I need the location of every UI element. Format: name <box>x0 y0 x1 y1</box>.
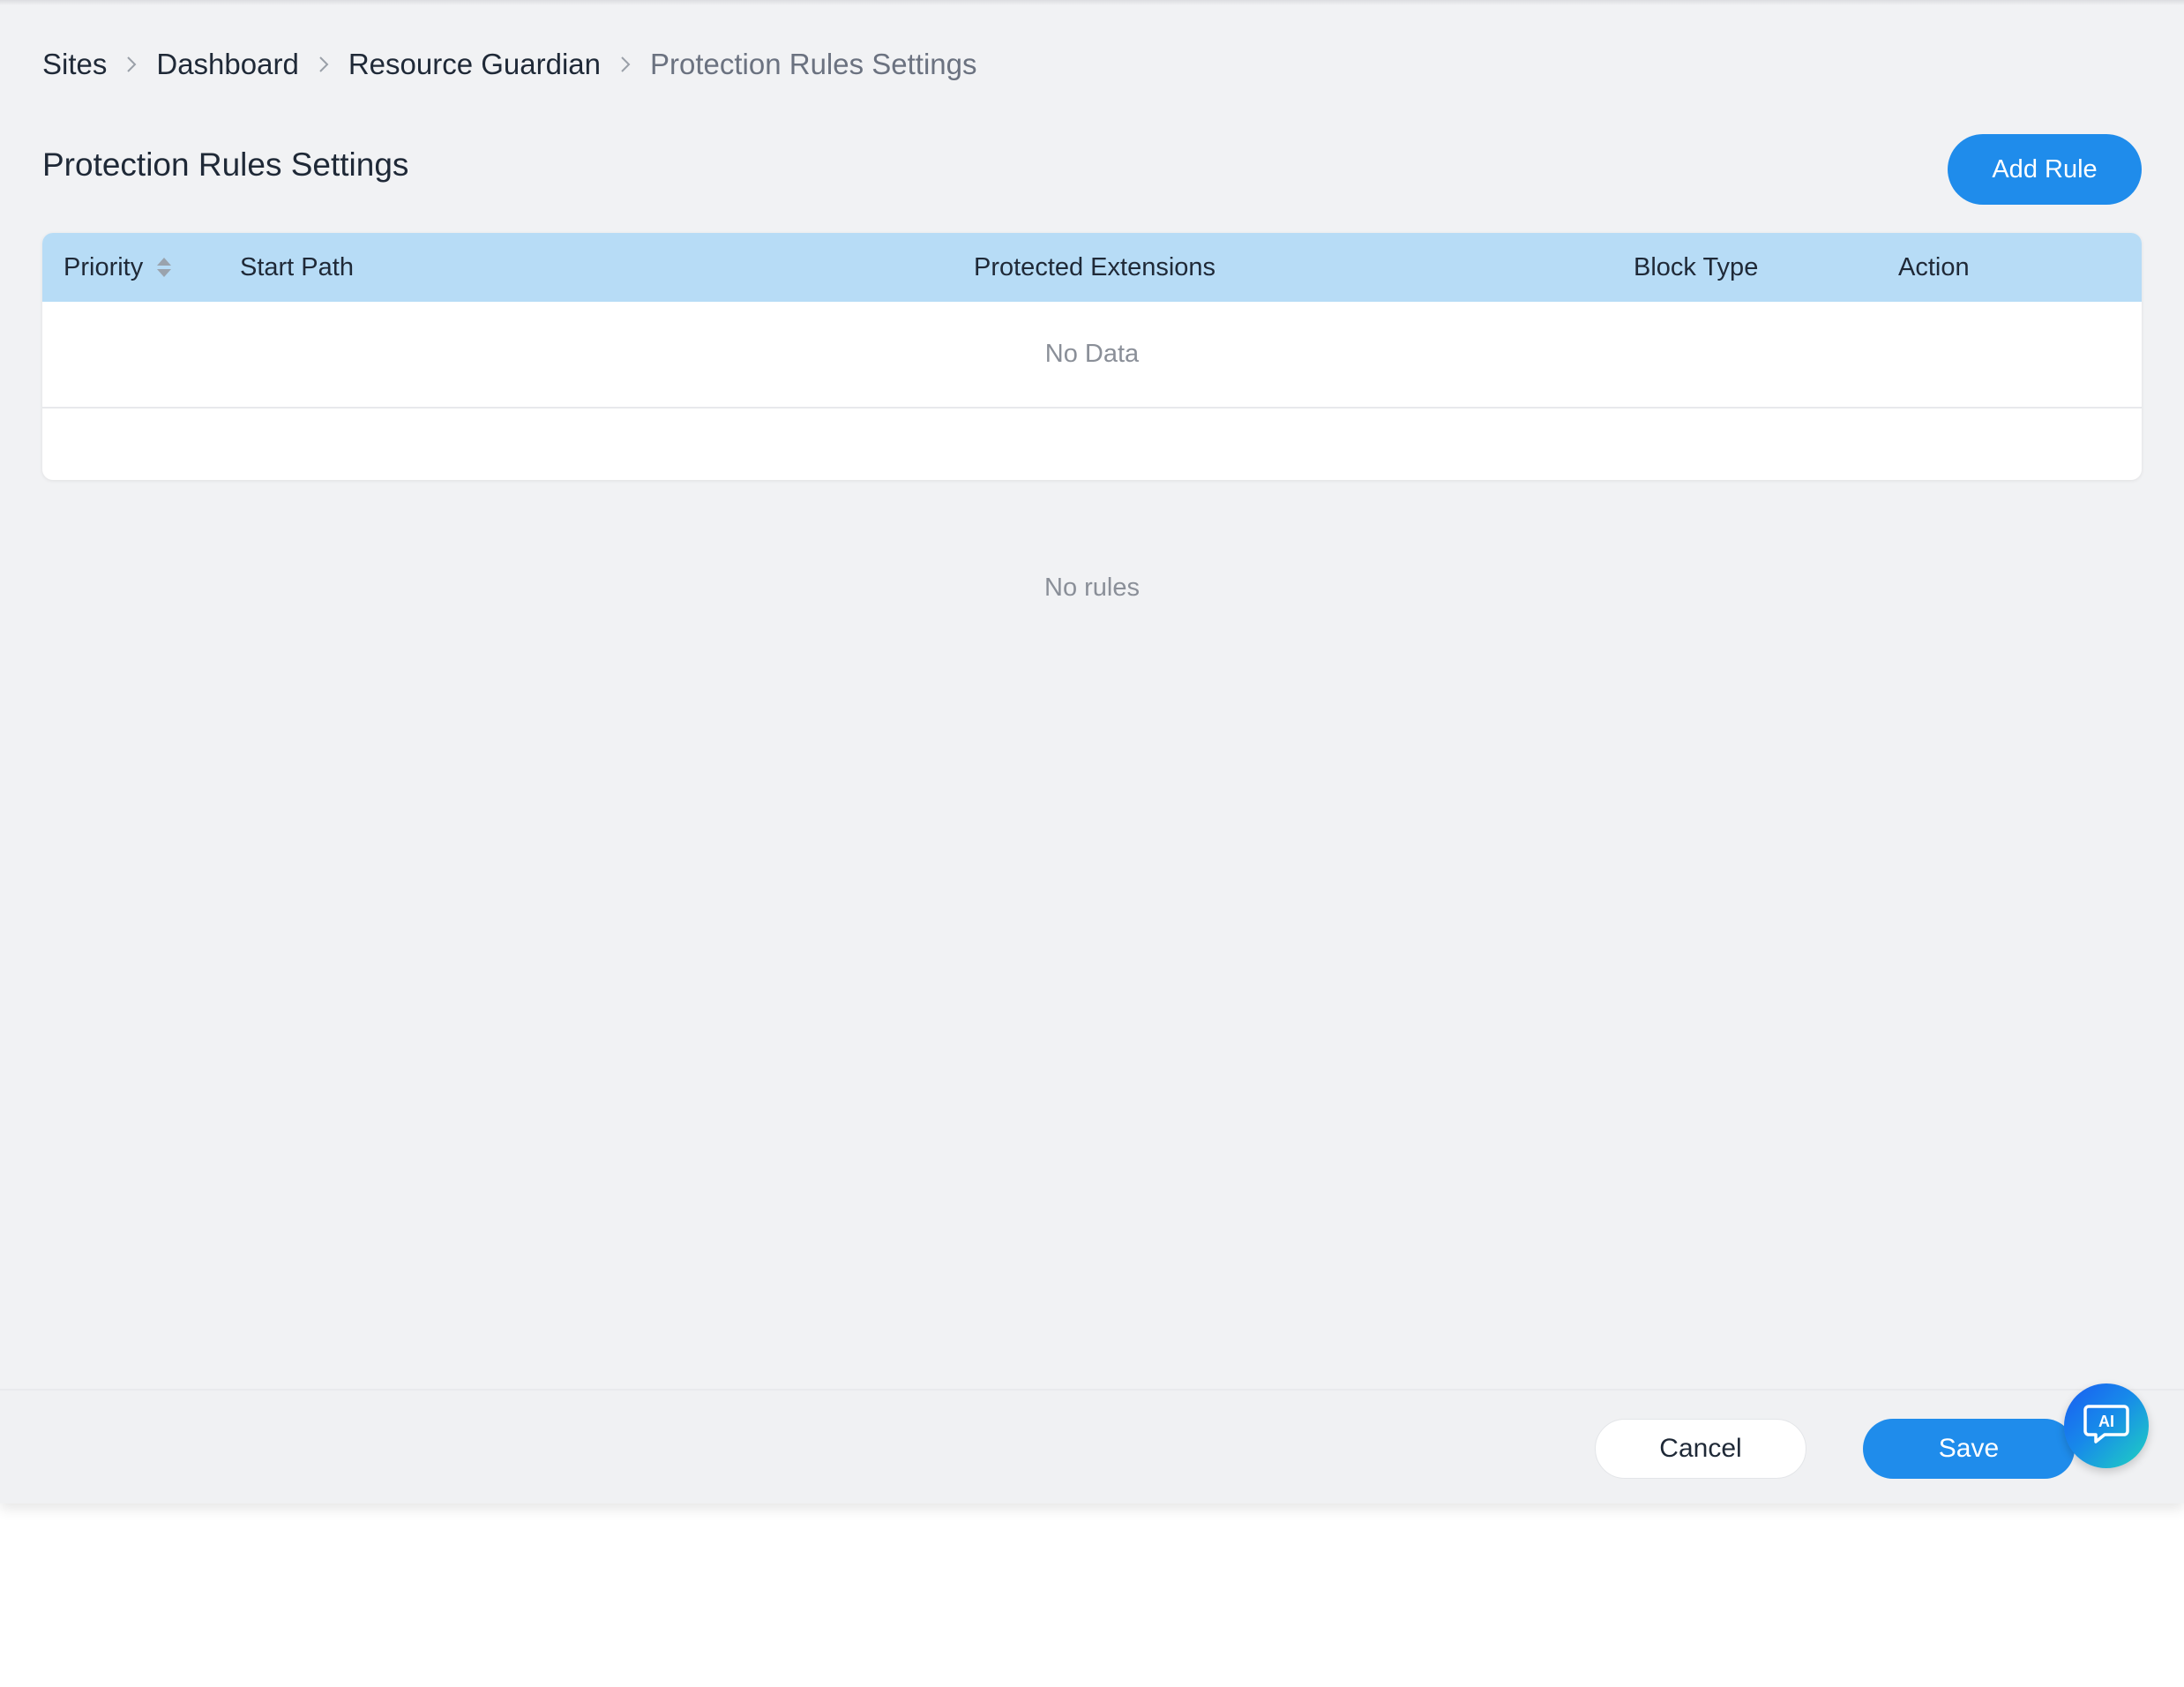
ai-chat-icon: AI <box>2082 1401 2131 1451</box>
cancel-button[interactable]: Cancel <box>1595 1419 1806 1479</box>
column-header-action: Action <box>1898 252 1970 281</box>
empty-state-text: No rules <box>1044 574 1140 602</box>
breadcrumb-current: Protection Rules Settings <box>649 48 977 80</box>
breadcrumb: Sites Dashboard Resource Guardian Protec… <box>42 42 977 86</box>
column-header-block-type: Block Type <box>1634 252 1759 281</box>
no-data-text: No Data <box>1044 340 1140 368</box>
chevron-right-icon <box>299 54 348 75</box>
footer-bar: Cancel Save <box>0 1389 2184 1503</box>
column-header-label: Priority <box>64 252 144 281</box>
add-rule-button[interactable]: Add Rule <box>1948 134 2142 205</box>
breadcrumb-dashboard[interactable]: Dashboard <box>156 48 298 81</box>
sort-icon[interactable] <box>155 255 173 280</box>
ai-assistant-button[interactable]: AI <box>2064 1383 2149 1468</box>
page-title: Protection Rules Settings <box>42 146 409 183</box>
ai-label: AI <box>2098 1413 2114 1430</box>
column-header-start-path: Start Path <box>240 252 354 281</box>
table-empty-row: No Data <box>42 302 2142 409</box>
app-window: Sites Dashboard Resource Guardian Protec… <box>0 0 2184 1503</box>
top-shadow <box>0 0 2184 5</box>
breadcrumb-sites[interactable]: Sites <box>42 48 107 81</box>
column-header-protected-extensions: Protected Extensions <box>974 252 1216 281</box>
rules-table: Priority Start Path Protected Extensions… <box>42 233 2142 480</box>
column-header-priority[interactable]: Priority <box>64 233 173 302</box>
breadcrumb-resource-guardian[interactable]: Resource Guardian <box>348 48 601 81</box>
chevron-right-icon <box>601 54 650 75</box>
save-button[interactable]: Save <box>1863 1419 2075 1479</box>
table-header: Priority Start Path Protected Extensions… <box>42 233 2142 302</box>
chevron-right-icon <box>107 54 156 75</box>
